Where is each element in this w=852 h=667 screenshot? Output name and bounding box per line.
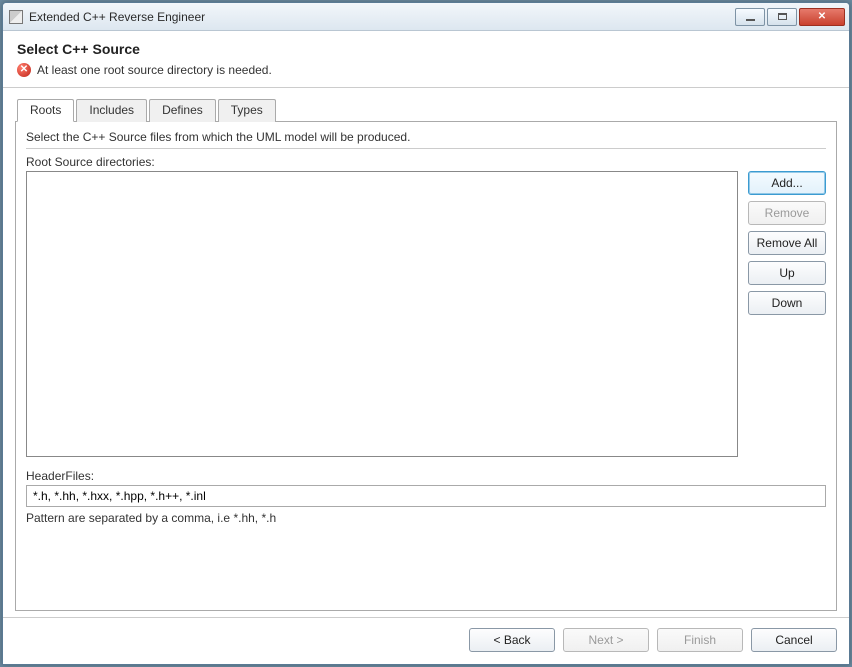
remove-button: Remove — [748, 201, 826, 225]
page-title: Select C++ Source — [17, 41, 835, 57]
root-dirs-listbox[interactable] — [26, 171, 738, 457]
minimize-icon — [746, 19, 755, 21]
panel-instruction: Select the C++ Source files from which t… — [26, 130, 826, 144]
window-controls: ✕ — [735, 8, 845, 26]
error-row: ✕ At least one root source directory is … — [17, 63, 835, 77]
close-button[interactable]: ✕ — [799, 8, 845, 26]
maximize-icon — [778, 13, 787, 20]
close-icon: ✕ — [818, 11, 826, 22]
root-dirs-label: Root Source directories: — [26, 155, 826, 169]
separator — [26, 148, 826, 149]
titlebar[interactable]: Extended C++ Reverse Engineer ✕ — [3, 3, 849, 31]
tab-roots[interactable]: Roots — [17, 99, 74, 122]
wizard-window: Extended C++ Reverse Engineer ✕ Select C… — [2, 2, 850, 665]
roots-panel: Select the C++ Source files from which t… — [15, 122, 837, 611]
down-button[interactable]: Down — [748, 291, 826, 315]
list-buttons: Add... Remove Remove All Up Down — [748, 171, 826, 457]
header-files-label: HeaderFiles: — [26, 469, 826, 483]
pattern-hint: Pattern are separated by a comma, i.e *.… — [26, 511, 826, 525]
error-icon: ✕ — [17, 63, 31, 77]
error-text: At least one root source directory is ne… — [37, 63, 272, 77]
wizard-footer: < Back Next > Finish Cancel — [3, 617, 849, 664]
tabbar: Roots Includes Defines Types — [15, 98, 837, 122]
window-title: Extended C++ Reverse Engineer — [29, 10, 735, 24]
next-button: Next > — [563, 628, 649, 652]
minimize-button[interactable] — [735, 8, 765, 26]
tab-includes[interactable]: Includes — [76, 99, 147, 122]
finish-button: Finish — [657, 628, 743, 652]
app-icon — [9, 10, 23, 24]
cancel-button[interactable]: Cancel — [751, 628, 837, 652]
remove-all-button[interactable]: Remove All — [748, 231, 826, 255]
add-button[interactable]: Add... — [748, 171, 826, 195]
header-files-input[interactable] — [26, 485, 826, 507]
root-dirs-row: Add... Remove Remove All Up Down — [26, 171, 826, 457]
wizard-header: Select C++ Source ✕ At least one root so… — [3, 31, 849, 88]
back-button[interactable]: < Back — [469, 628, 555, 652]
tab-defines[interactable]: Defines — [149, 99, 216, 122]
content-area: Roots Includes Defines Types Select the … — [3, 88, 849, 617]
up-button[interactable]: Up — [748, 261, 826, 285]
tab-types[interactable]: Types — [218, 99, 276, 122]
maximize-button[interactable] — [767, 8, 797, 26]
